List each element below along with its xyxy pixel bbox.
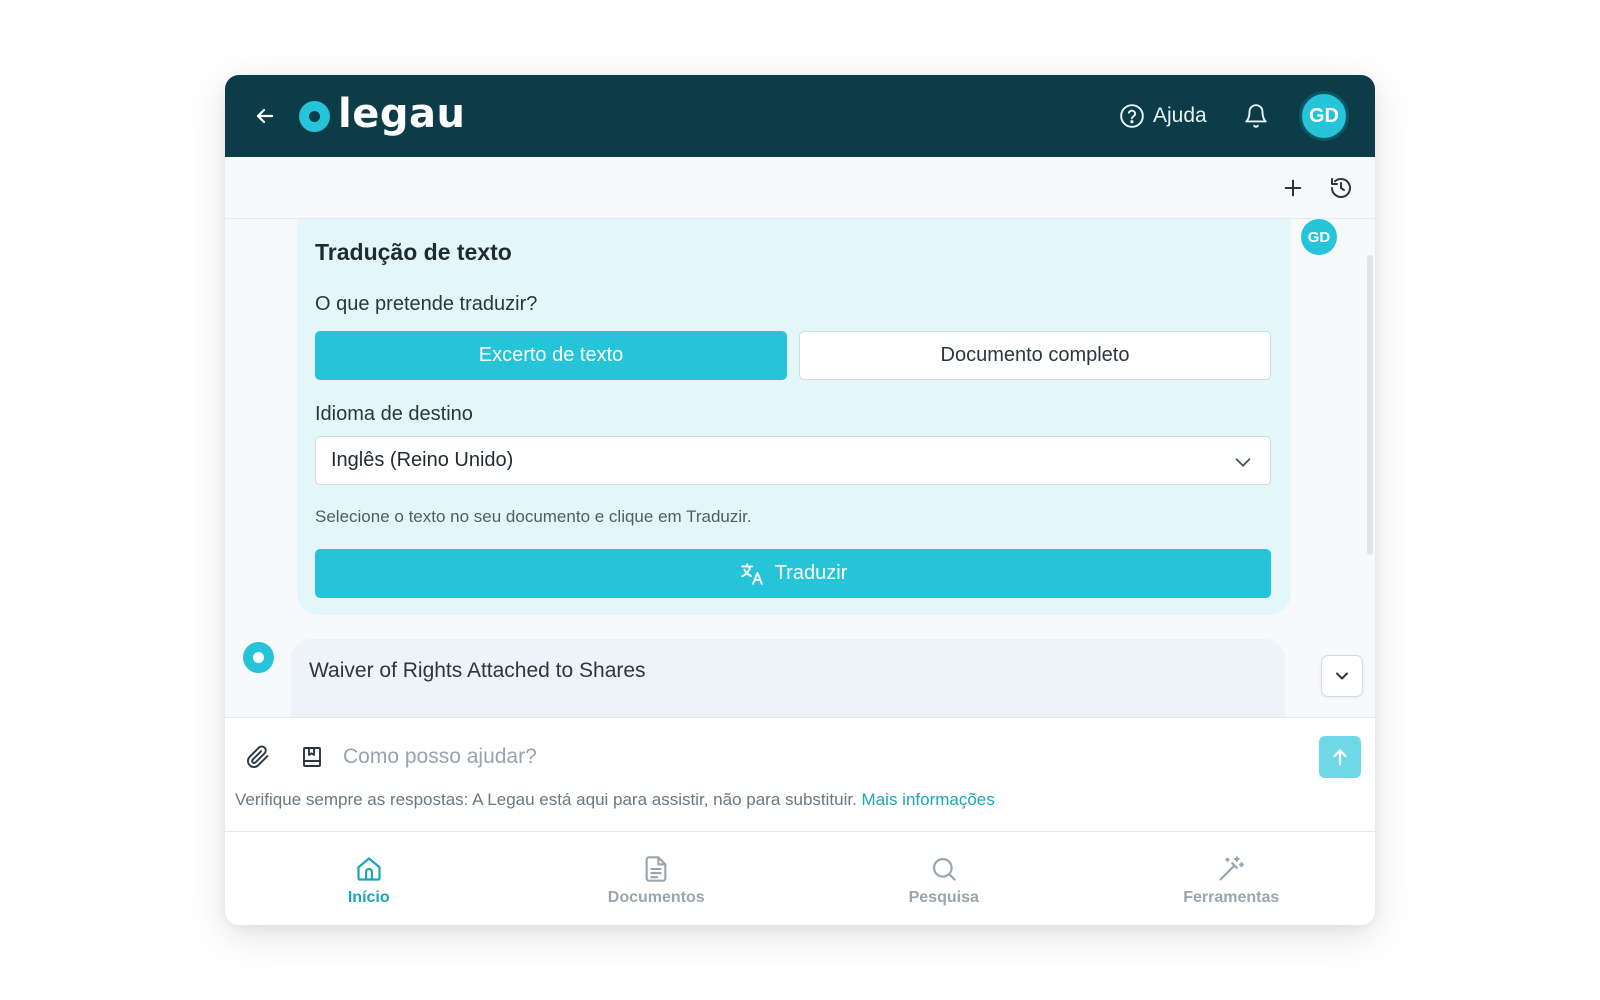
card-title: Tradução de texto (315, 239, 512, 265)
translate-icon (740, 562, 763, 585)
history-button[interactable] (1325, 172, 1357, 204)
more-info-link[interactable]: Mais informações (862, 790, 995, 809)
app-header: legau Ajuda GD (225, 75, 1375, 157)
arrow-left-icon (256, 108, 274, 124)
full-document-option-button[interactable]: Documento completo (799, 331, 1271, 380)
logo-mark-icon (299, 100, 330, 132)
new-chat-button[interactable] (1277, 172, 1309, 204)
user-avatar[interactable]: GD (1299, 91, 1349, 141)
send-button[interactable] (1319, 736, 1361, 778)
target-language-value: Inglês (Reino Unido) (331, 449, 514, 471)
nav-item-search[interactable]: Pesquisa (800, 832, 1088, 925)
chevron-down-icon (1235, 458, 1251, 467)
chat-toolbar (225, 157, 1375, 219)
app-window: legau Ajuda GD Tradução de texto O que p… (225, 75, 1375, 925)
nav-item-home[interactable]: Início (225, 832, 513, 925)
magic-wand-icon (1219, 855, 1245, 881)
book-icon (303, 747, 321, 767)
translation-hint: Selecione o texto no seu documento e cli… (315, 507, 752, 526)
arrow-up-icon (1333, 749, 1347, 766)
scroll-to-bottom-button[interactable] (1321, 655, 1363, 697)
message-composer: Verifique sempre as respostas: A Legau e… (225, 717, 1375, 832)
search-icon (932, 857, 956, 881)
nav-item-documents[interactable]: Documentos (513, 832, 801, 925)
chevron-down-icon (1336, 672, 1348, 680)
prompt-input[interactable] (341, 738, 1281, 776)
plus-icon (1284, 179, 1302, 197)
chat-scrollbar-thumb[interactable] (1367, 255, 1373, 555)
logo-text: legau (338, 91, 466, 137)
translation-card: Tradução de texto O que pretende traduzi… (297, 219, 1291, 615)
nav-label-home: Início (347, 888, 390, 906)
assistant-avatar-icon (243, 642, 274, 673)
paperclip-icon (247, 745, 269, 768)
notifications-button[interactable] (1237, 97, 1275, 135)
question-label: O que pretende traduzir? (315, 293, 538, 315)
help-circle-icon (1120, 104, 1144, 128)
target-language-select[interactable]: Inglês (Reino Unido) (315, 436, 1271, 485)
assistant-message-text: Waiver of Rights Attached to Shares (309, 659, 646, 682)
home-icon (357, 856, 381, 881)
help-label: Ajuda (1153, 104, 1207, 127)
document-icon (645, 855, 667, 882)
attach-button[interactable] (241, 740, 275, 774)
message-user-avatar: GD (1301, 219, 1337, 255)
target-language-label: Idioma de destino (315, 403, 473, 425)
nav-item-tools[interactable]: Ferramentas (1088, 832, 1376, 925)
assistant-message: Waiver of Rights Attached to Shares (291, 639, 1285, 717)
nav-label-documents: Documentos (607, 888, 705, 906)
chat-scrollbar[interactable] (1365, 219, 1375, 717)
help-link[interactable]: Ajuda (1119, 99, 1207, 133)
translate-button[interactable]: Traduzir (315, 549, 1271, 598)
history-icon (1331, 178, 1351, 198)
bottom-navigation: Início Documentos Pesquisa Ferramentas (225, 832, 1375, 925)
disclaimer: Verifique sempre as respostas: A Legau e… (235, 790, 995, 810)
nav-label-search: Pesquisa (908, 888, 979, 906)
disclaimer-text: Verifique sempre as respostas: A Legau e… (235, 790, 857, 809)
library-button[interactable] (295, 740, 329, 774)
nav-label-tools: Ferramentas (1183, 888, 1280, 906)
chat-area: Tradução de texto O que pretende traduzi… (225, 219, 1375, 717)
bell-icon (1245, 104, 1267, 128)
back-button[interactable] (247, 98, 283, 134)
app-logo[interactable]: legau (299, 88, 465, 144)
excerpt-option-button[interactable]: Excerto de texto (315, 331, 787, 380)
translate-button-label: Traduzir (774, 562, 848, 584)
